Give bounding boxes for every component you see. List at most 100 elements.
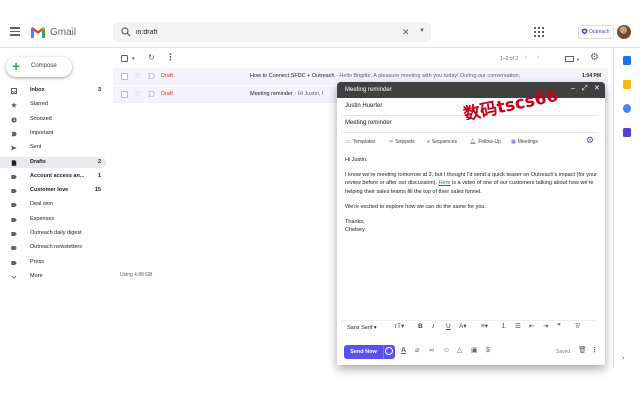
italic-icon[interactable]: I (432, 323, 434, 331)
templates-button[interactable]: ▭ Templates (346, 139, 376, 145)
more-options-icon[interactable]: ⋮ (166, 52, 175, 63)
important-marker-icon[interactable] (148, 73, 155, 79)
sidebar-item[interactable]: Outreach daily digest (0, 228, 106, 239)
draft-icon (11, 159, 17, 166)
saved-status: Saved (556, 349, 571, 355)
search-icon[interactable] (121, 27, 131, 37)
font-family-select[interactable]: Sans Serif ▾ (347, 324, 377, 332)
clock-icon (11, 116, 17, 123)
divider (343, 132, 599, 133)
sidebar-item[interactable]: Sent (0, 142, 106, 153)
numbered-list-icon[interactable]: ⒈ (501, 323, 508, 331)
subject-field[interactable]: Meeting reminder (345, 120, 392, 126)
drive-icon[interactable]: △ (457, 347, 462, 355)
remove-formatting-icon[interactable]: T̸ (575, 323, 579, 331)
sidebar-item-label: Deal won (30, 201, 53, 208)
video-link[interactable]: Here (439, 180, 451, 186)
emoji-icon[interactable]: ☺ (443, 347, 450, 355)
send-now-button[interactable]: Send Now (344, 345, 383, 359)
important-marker-icon[interactable] (148, 91, 155, 97)
meetings-button[interactable]: ▦ Meetings (511, 139, 538, 145)
text-color-icon[interactable]: A▾ (459, 323, 467, 331)
send-icon (11, 145, 17, 151)
search-options-icon[interactable]: ▼ (419, 28, 425, 34)
draft-tag: Draft (161, 73, 173, 79)
quote-icon[interactable]: ❞ (557, 323, 561, 331)
sidebar-item-label: Account access an... (30, 172, 85, 179)
outreach-logo-icon (581, 28, 588, 35)
body-signoff: Thanks, (345, 219, 365, 226)
label-icon (11, 174, 17, 179)
gmail-logo-icon[interactable] (30, 26, 46, 38)
email-snippet: - Hi Justin, I (292, 91, 324, 97)
bold-icon[interactable]: B (418, 323, 423, 331)
star-icon[interactable]: ☆ (134, 89, 141, 99)
expand-panel-icon[interactable]: › (622, 355, 624, 362)
indent-less-icon[interactable]: ⇤ (529, 323, 534, 331)
sidebar-item[interactable]: Starred (0, 99, 106, 110)
message-body[interactable]: Hi Justin, I know we're meeting tomorrow… (345, 156, 597, 234)
label-icon (11, 246, 17, 251)
sequences-button[interactable]: ≡ Sequences (427, 139, 457, 145)
attach-icon[interactable]: ⌀ (415, 347, 419, 355)
sidebar-item-label: Inbox (30, 87, 45, 93)
compose-more-options-icon[interactable]: ⋮ (591, 347, 598, 355)
sidebar-item[interactable]: Drafts 2 (0, 156, 106, 168)
star-icon[interactable]: ☆ (134, 71, 141, 81)
account-avatar[interactable] (617, 25, 631, 39)
sidebar-item[interactable]: Snoozed (0, 114, 106, 125)
label-icon (11, 260, 17, 265)
outreach-settings-icon[interactable]: ⚙ (586, 136, 594, 145)
bell-icon: 🔔︎ (470, 139, 477, 145)
sidebar-item[interactable]: Press (0, 257, 106, 268)
compose-window-title: Meeting reminder (345, 87, 392, 93)
sidebar-item[interactable]: Important (0, 128, 106, 139)
insert-link-icon[interactable]: ∞ (429, 347, 434, 355)
sidebar-item[interactable]: Inbox 3 (0, 85, 106, 96)
row-checkbox[interactable] (121, 73, 128, 80)
storage-usage: Using 4.88 GB (120, 272, 153, 278)
insert-photo-icon[interactable]: ▣ (471, 347, 478, 355)
select-all-checkbox[interactable] (121, 55, 128, 62)
bulleted-list-icon[interactable]: ☰ (515, 323, 521, 331)
refresh-icon[interactable]: ↻ (148, 53, 155, 62)
discard-draft-icon[interactable]: 🗑︎ (578, 347, 587, 355)
follow-up-button[interactable]: 🔔︎ Follow-Up (470, 139, 501, 145)
sidebar-item[interactable]: Customer love 15 (0, 185, 106, 196)
sidebar-item-count: 3 (97, 87, 101, 93)
sidebar-item[interactable]: Outreach newsletters (0, 242, 106, 253)
sidebar-item-label: Sent (30, 144, 42, 151)
sidebar-item-label: Expenses (30, 215, 55, 222)
sidebar-item[interactable]: Deal won (0, 199, 106, 210)
keep-icon[interactable] (623, 80, 631, 89)
draft-tag: Draft (161, 91, 173, 97)
important-icon (11, 131, 17, 137)
watermark-stamp: 数码tscs66 (462, 85, 560, 120)
underline-icon[interactable]: U (446, 323, 451, 331)
sidebar-item-label: Press (30, 258, 45, 265)
font-size-icon[interactable]: тT▾ (394, 323, 404, 331)
tasks-icon[interactable] (623, 104, 631, 113)
row-checkbox[interactable] (121, 91, 128, 98)
label-icon (11, 217, 17, 222)
sidebar-item[interactable]: Expenses (0, 214, 106, 225)
calendar-icon[interactable] (623, 56, 631, 65)
compose-plus-icon: + (12, 58, 21, 74)
main-menu-icon[interactable] (10, 25, 22, 37)
recipient-field[interactable]: Justin Huerter (345, 103, 382, 109)
clear-search-icon[interactable]: ✕ (402, 27, 410, 37)
snippets-button[interactable]: ✂ Snippets (389, 139, 415, 145)
indent-more-icon[interactable]: ⇥ (543, 323, 548, 331)
sidebar-item[interactable]: Account access an... 1 (0, 171, 106, 182)
search-input[interactable] (136, 25, 386, 39)
sidebar-item[interactable]: More (0, 271, 106, 282)
apps-grid-icon[interactable] (534, 27, 544, 37)
select-options-icon[interactable]: ▼ (131, 56, 135, 61)
outreach-panel-icon[interactable] (623, 128, 631, 137)
sidebar-item-label: More (30, 272, 43, 279)
formatting-options-icon[interactable]: A (401, 347, 406, 355)
body-paragraph: We're excited to explore how we can do t… (345, 203, 486, 210)
align-icon[interactable]: ≡▾ (481, 323, 488, 331)
inbox-icon (11, 88, 17, 94)
dollar-icon[interactable]: $ (486, 347, 490, 355)
